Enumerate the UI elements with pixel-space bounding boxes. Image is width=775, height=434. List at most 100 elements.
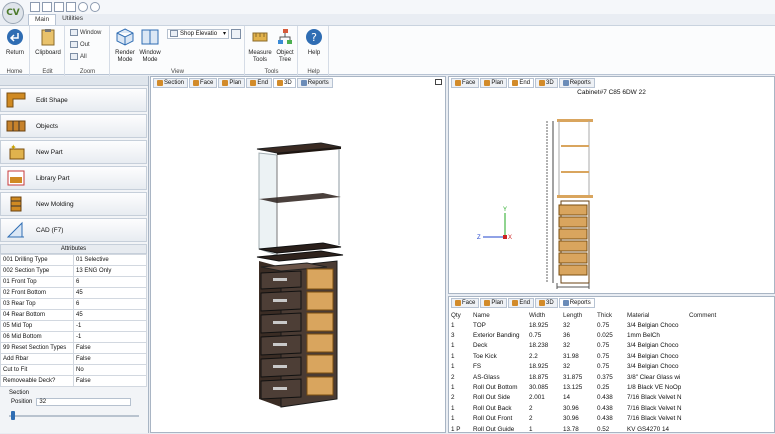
position-input[interactable]: 32 xyxy=(36,398,132,406)
attribute-row[interactable]: 99 Reset Section Types False xyxy=(0,342,147,354)
report-row[interactable]: 1 Toe Kick 2.2 31.98 0.75 3/4 Belgian Choco xyxy=(449,351,775,361)
new-file-icon[interactable] xyxy=(30,2,40,12)
tab-3d[interactable]: 3D xyxy=(535,78,558,88)
main-view-tabs: Section Face Plan End 3D Reports xyxy=(153,78,334,88)
tab-face[interactable]: Face xyxy=(451,298,480,308)
report-row[interactable]: 1 P Roll Out Guide 1 13.78 0.52 KV GS4270 14 xyxy=(449,424,775,434)
redo-icon[interactable] xyxy=(90,2,100,12)
report-row[interactable]: 3 Exterior Banding 0.75 36 0.025 1mm BelCh xyxy=(449,330,775,340)
col-width[interactable]: Width xyxy=(527,310,561,320)
objects-button[interactable]: Objects xyxy=(0,114,147,138)
cell-length: 13.78 xyxy=(563,425,579,433)
report-row[interactable]: 1 FS 18.925 32 0.75 3/4 Belgian Choco xyxy=(449,362,775,372)
clipboard-button[interactable]: Clipboard xyxy=(33,28,63,57)
refresh-view-icon[interactable] xyxy=(231,29,241,39)
attribute-value[interactable]: 6 xyxy=(73,298,147,310)
attribute-value[interactable]: 45 xyxy=(73,309,147,321)
report-row[interactable]: 1 Deck 18.238 32 0.75 3/4 Belgian Choco xyxy=(449,341,775,351)
cell-name: Roll Out Side xyxy=(473,394,511,402)
tab-plan[interactable]: Plan xyxy=(218,78,246,88)
render-mode-button[interactable]: Render Mode xyxy=(113,28,137,64)
attribute-row[interactable]: 01 Front Top 6 xyxy=(0,276,147,288)
cad-button[interactable]: CAD (F7) xyxy=(0,218,147,242)
attribute-value[interactable]: -1 xyxy=(73,331,147,343)
attribute-row[interactable]: 001 Drilling Type 01 Selective xyxy=(0,254,147,266)
tab-3d[interactable]: 3D xyxy=(535,298,558,308)
attribute-name: Removeable Deck? xyxy=(0,375,74,387)
open-file-icon[interactable] xyxy=(42,2,52,12)
view-reports[interactable]: Face Plan End 3D Reports Qty Name Width … xyxy=(448,296,775,433)
cell-material: 7/16 Black Velvet N xyxy=(627,415,682,423)
tab-main[interactable]: Main xyxy=(28,14,57,25)
report-row[interactable]: 2 Roll Out Side 2.001 14 0.438 7/16 Black Vel… xyxy=(449,393,775,403)
attribute-value[interactable]: 6 xyxy=(73,276,147,288)
attribute-row[interactable]: 03 Rear Top 6 xyxy=(0,298,147,310)
zoom-window-button[interactable]: Window xyxy=(70,29,101,36)
attribute-row[interactable]: 06 Mid Bottom -1 xyxy=(0,331,147,343)
attribute-value[interactable]: 01 Selective xyxy=(73,254,147,266)
library-part-button[interactable]: Library Part xyxy=(0,166,147,190)
attribute-value[interactable]: -1 xyxy=(73,320,147,332)
position-slider-handle[interactable] xyxy=(11,411,15,420)
tab-end[interactable]: End xyxy=(246,78,273,88)
help-icon: ? xyxy=(306,29,322,45)
report-row[interactable]: 2 AS-Glass 18.875 31.875 0.375 3/8" Clear Gla… xyxy=(449,372,775,382)
col-name[interactable]: Name xyxy=(471,310,527,320)
undo-icon[interactable] xyxy=(78,2,88,12)
measure-tools-button[interactable]: Measure Tools xyxy=(247,28,273,64)
col-qty[interactable]: Qty xyxy=(449,310,471,320)
object-tree-button[interactable]: Object Tree xyxy=(273,28,297,64)
group-label: Help xyxy=(307,69,320,75)
new-molding-button[interactable]: New Molding xyxy=(0,192,147,216)
view-end[interactable]: Face Plan End 3D Reports Cabinet#7 C85 6… xyxy=(448,76,775,294)
tab-reports[interactable]: Reports xyxy=(296,78,333,88)
col-thick[interactable]: Thick xyxy=(595,310,625,320)
tab-face[interactable]: Face xyxy=(189,78,218,88)
attribute-value[interactable]: False xyxy=(73,342,147,354)
attribute-value[interactable]: False xyxy=(73,353,147,365)
attribute-row[interactable]: 04 Rear Bottom 45 xyxy=(0,309,147,321)
attribute-row[interactable]: Cut to Fit No xyxy=(0,364,147,376)
col-comment[interactable]: Comment xyxy=(687,310,775,320)
tab-end[interactable]: End xyxy=(508,78,535,88)
attribute-value[interactable]: False xyxy=(73,375,147,387)
tab-reports[interactable]: Reports xyxy=(558,298,595,308)
help-button[interactable]: ? Help xyxy=(301,28,327,57)
tab-3d[interactable]: 3D xyxy=(273,78,296,88)
col-length[interactable]: Length xyxy=(561,310,595,320)
app-logo[interactable]: CV xyxy=(2,2,24,24)
attribute-value[interactable]: No xyxy=(73,364,147,376)
new-part-button[interactable]: ✦ New Part xyxy=(0,140,147,164)
attribute-value[interactable]: 45 xyxy=(73,287,147,299)
position-slider-track[interactable] xyxy=(9,415,139,417)
zoom-out-button[interactable]: Out xyxy=(70,41,90,48)
view-3d[interactable]: Section Face Plan End 3D Reports xyxy=(150,76,446,433)
report-row[interactable]: 1 TOP 18.925 32 0.75 3/4 Belgian Choco xyxy=(449,320,775,330)
tab-section[interactable]: Section xyxy=(153,78,189,88)
zoom-all-button[interactable]: All xyxy=(70,53,87,60)
save-icon[interactable] xyxy=(54,2,64,12)
tab-end[interactable]: End xyxy=(508,298,535,308)
window-mode-button[interactable]: Window Mode xyxy=(137,28,163,64)
attribute-row[interactable]: Add Rbar False xyxy=(0,353,147,365)
report-row[interactable]: 1 Roll Out Front 2 30.96 0.438 7/16 Black Vel… xyxy=(449,414,775,424)
tab-plan[interactable]: Plan xyxy=(480,78,508,88)
report-row[interactable]: 1 Roll Out Bottom 30.085 13.125 0.25 1/8 Blac… xyxy=(449,382,775,392)
attribute-value[interactable]: 13 ENG Only xyxy=(73,265,147,277)
return-button[interactable]: Return xyxy=(2,28,28,57)
attribute-row[interactable]: 02 Front Bottom 45 xyxy=(0,287,147,299)
attribute-row[interactable]: Removeable Deck? False xyxy=(0,375,147,387)
attribute-row[interactable]: 05 Mid Top -1 xyxy=(0,320,147,332)
edit-shape-button[interactable]: Edit Shape xyxy=(0,88,147,112)
tab-plan[interactable]: Plan xyxy=(480,298,508,308)
tab-reports[interactable]: Reports xyxy=(558,78,595,88)
tab-face[interactable]: Face xyxy=(451,78,480,88)
print-icon[interactable] xyxy=(66,2,76,12)
col-material[interactable]: Material xyxy=(625,310,687,320)
tab-utilities[interactable]: Utilities xyxy=(56,14,89,25)
cell-material: 3/4 Belgian Choco xyxy=(627,363,679,371)
plan-icon xyxy=(222,80,229,86)
maximize-icon[interactable] xyxy=(435,79,442,85)
attribute-row[interactable]: 002 Section Type 13 ENG Only xyxy=(0,265,147,277)
report-row[interactable]: 1 Roll Out Back 2 30.96 0.438 7/16 Black Velv… xyxy=(449,403,775,413)
